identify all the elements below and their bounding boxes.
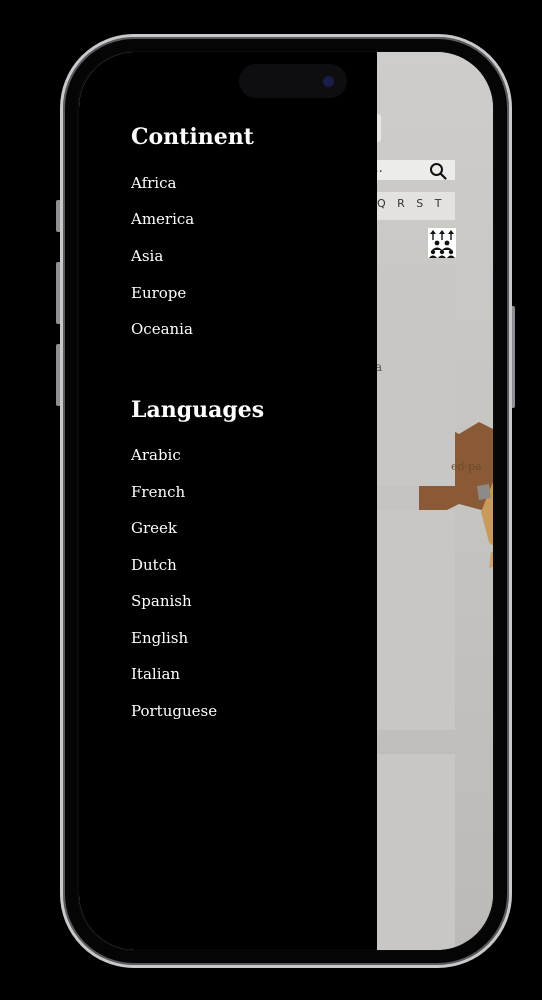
- language-item-italian[interactable]: Italian: [131, 665, 180, 683]
- language-item-dutch[interactable]: Dutch: [131, 556, 177, 574]
- language-item-portuguese[interactable]: Portuguese: [131, 702, 217, 720]
- side-drawer: Continent Africa America Asia Europe Oce…: [79, 52, 377, 950]
- language-item-spanish[interactable]: Spanish: [131, 592, 192, 610]
- search-icon[interactable]: [429, 162, 447, 180]
- camera-icon: [324, 77, 333, 86]
- people-icon[interactable]: [428, 228, 456, 258]
- languages-title: Languages: [131, 397, 265, 423]
- language-item-english[interactable]: English: [131, 629, 188, 647]
- continent-item-oceania[interactable]: Oceania: [131, 320, 193, 338]
- continent-item-asia[interactable]: Asia: [131, 247, 163, 265]
- phone-screen: ch... Q R S T a ed·pa Con: [79, 52, 493, 950]
- continent-item-america[interactable]: America: [131, 210, 194, 228]
- language-item-greek[interactable]: Greek: [131, 519, 177, 537]
- continent-item-europe[interactable]: Europe: [131, 284, 186, 302]
- continent-item-africa[interactable]: Africa: [131, 174, 176, 192]
- language-item-french[interactable]: French: [131, 483, 185, 501]
- language-item-arabic[interactable]: Arabic: [131, 446, 181, 464]
- map-label: ed·pa: [451, 460, 482, 473]
- continent-title: Continent: [131, 124, 254, 150]
